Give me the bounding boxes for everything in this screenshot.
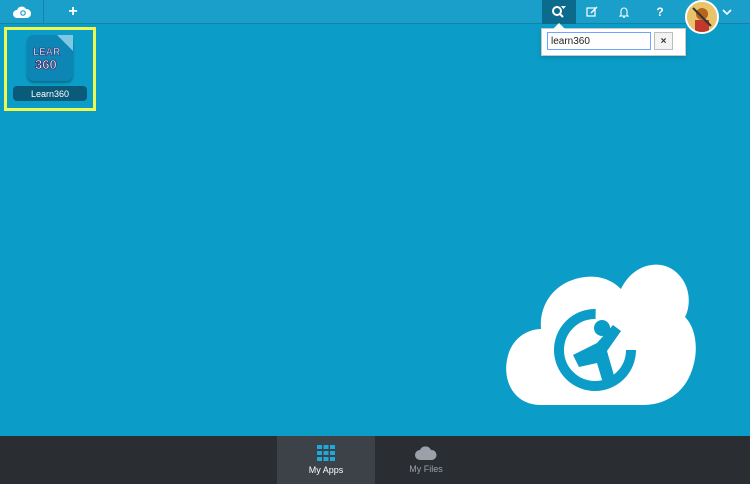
notifications-button[interactable] <box>612 0 636 24</box>
tab-label: My Files <box>409 464 443 474</box>
home-logo-button[interactable] <box>0 0 44 24</box>
search-button[interactable] <box>542 0 576 24</box>
app-icon-text-bottom: 360 <box>35 57 57 72</box>
tab-my-files[interactable]: My Files <box>377 436 475 484</box>
cloud-watermark-icon <box>506 264 696 405</box>
search-input[interactable] <box>547 32 651 50</box>
bell-icon <box>618 7 630 18</box>
app-tile-learn360[interactable]: LEAR 360 Learn360 <box>4 27 96 111</box>
edit-icon <box>586 6 598 17</box>
help-icon: ? <box>656 5 664 19</box>
tab-label: My Apps <box>308 465 344 475</box>
cloud-logo-icon <box>12 6 31 18</box>
clear-search-button[interactable]: × <box>654 32 673 50</box>
avatar[interactable] <box>685 0 719 34</box>
search-filter-icon <box>552 6 566 18</box>
bottom-nav: My Apps My Files <box>0 436 750 484</box>
tab-my-apps[interactable]: My Apps <box>277 436 375 484</box>
app-label: Learn360 <box>13 86 87 101</box>
edit-button[interactable] <box>580 0 604 24</box>
avatar-image <box>687 2 717 32</box>
add-button[interactable]: + <box>62 2 84 22</box>
learn360-app-icon: LEAR 360 <box>27 35 73 81</box>
account-menu-button[interactable] <box>720 4 734 20</box>
grid-icon <box>317 445 335 461</box>
top-bar: + ? <box>0 0 750 34</box>
chevron-down-icon <box>722 9 732 15</box>
help-button[interactable]: ? <box>648 0 672 24</box>
search-popover: × <box>541 23 686 56</box>
cloud-icon <box>415 446 437 460</box>
